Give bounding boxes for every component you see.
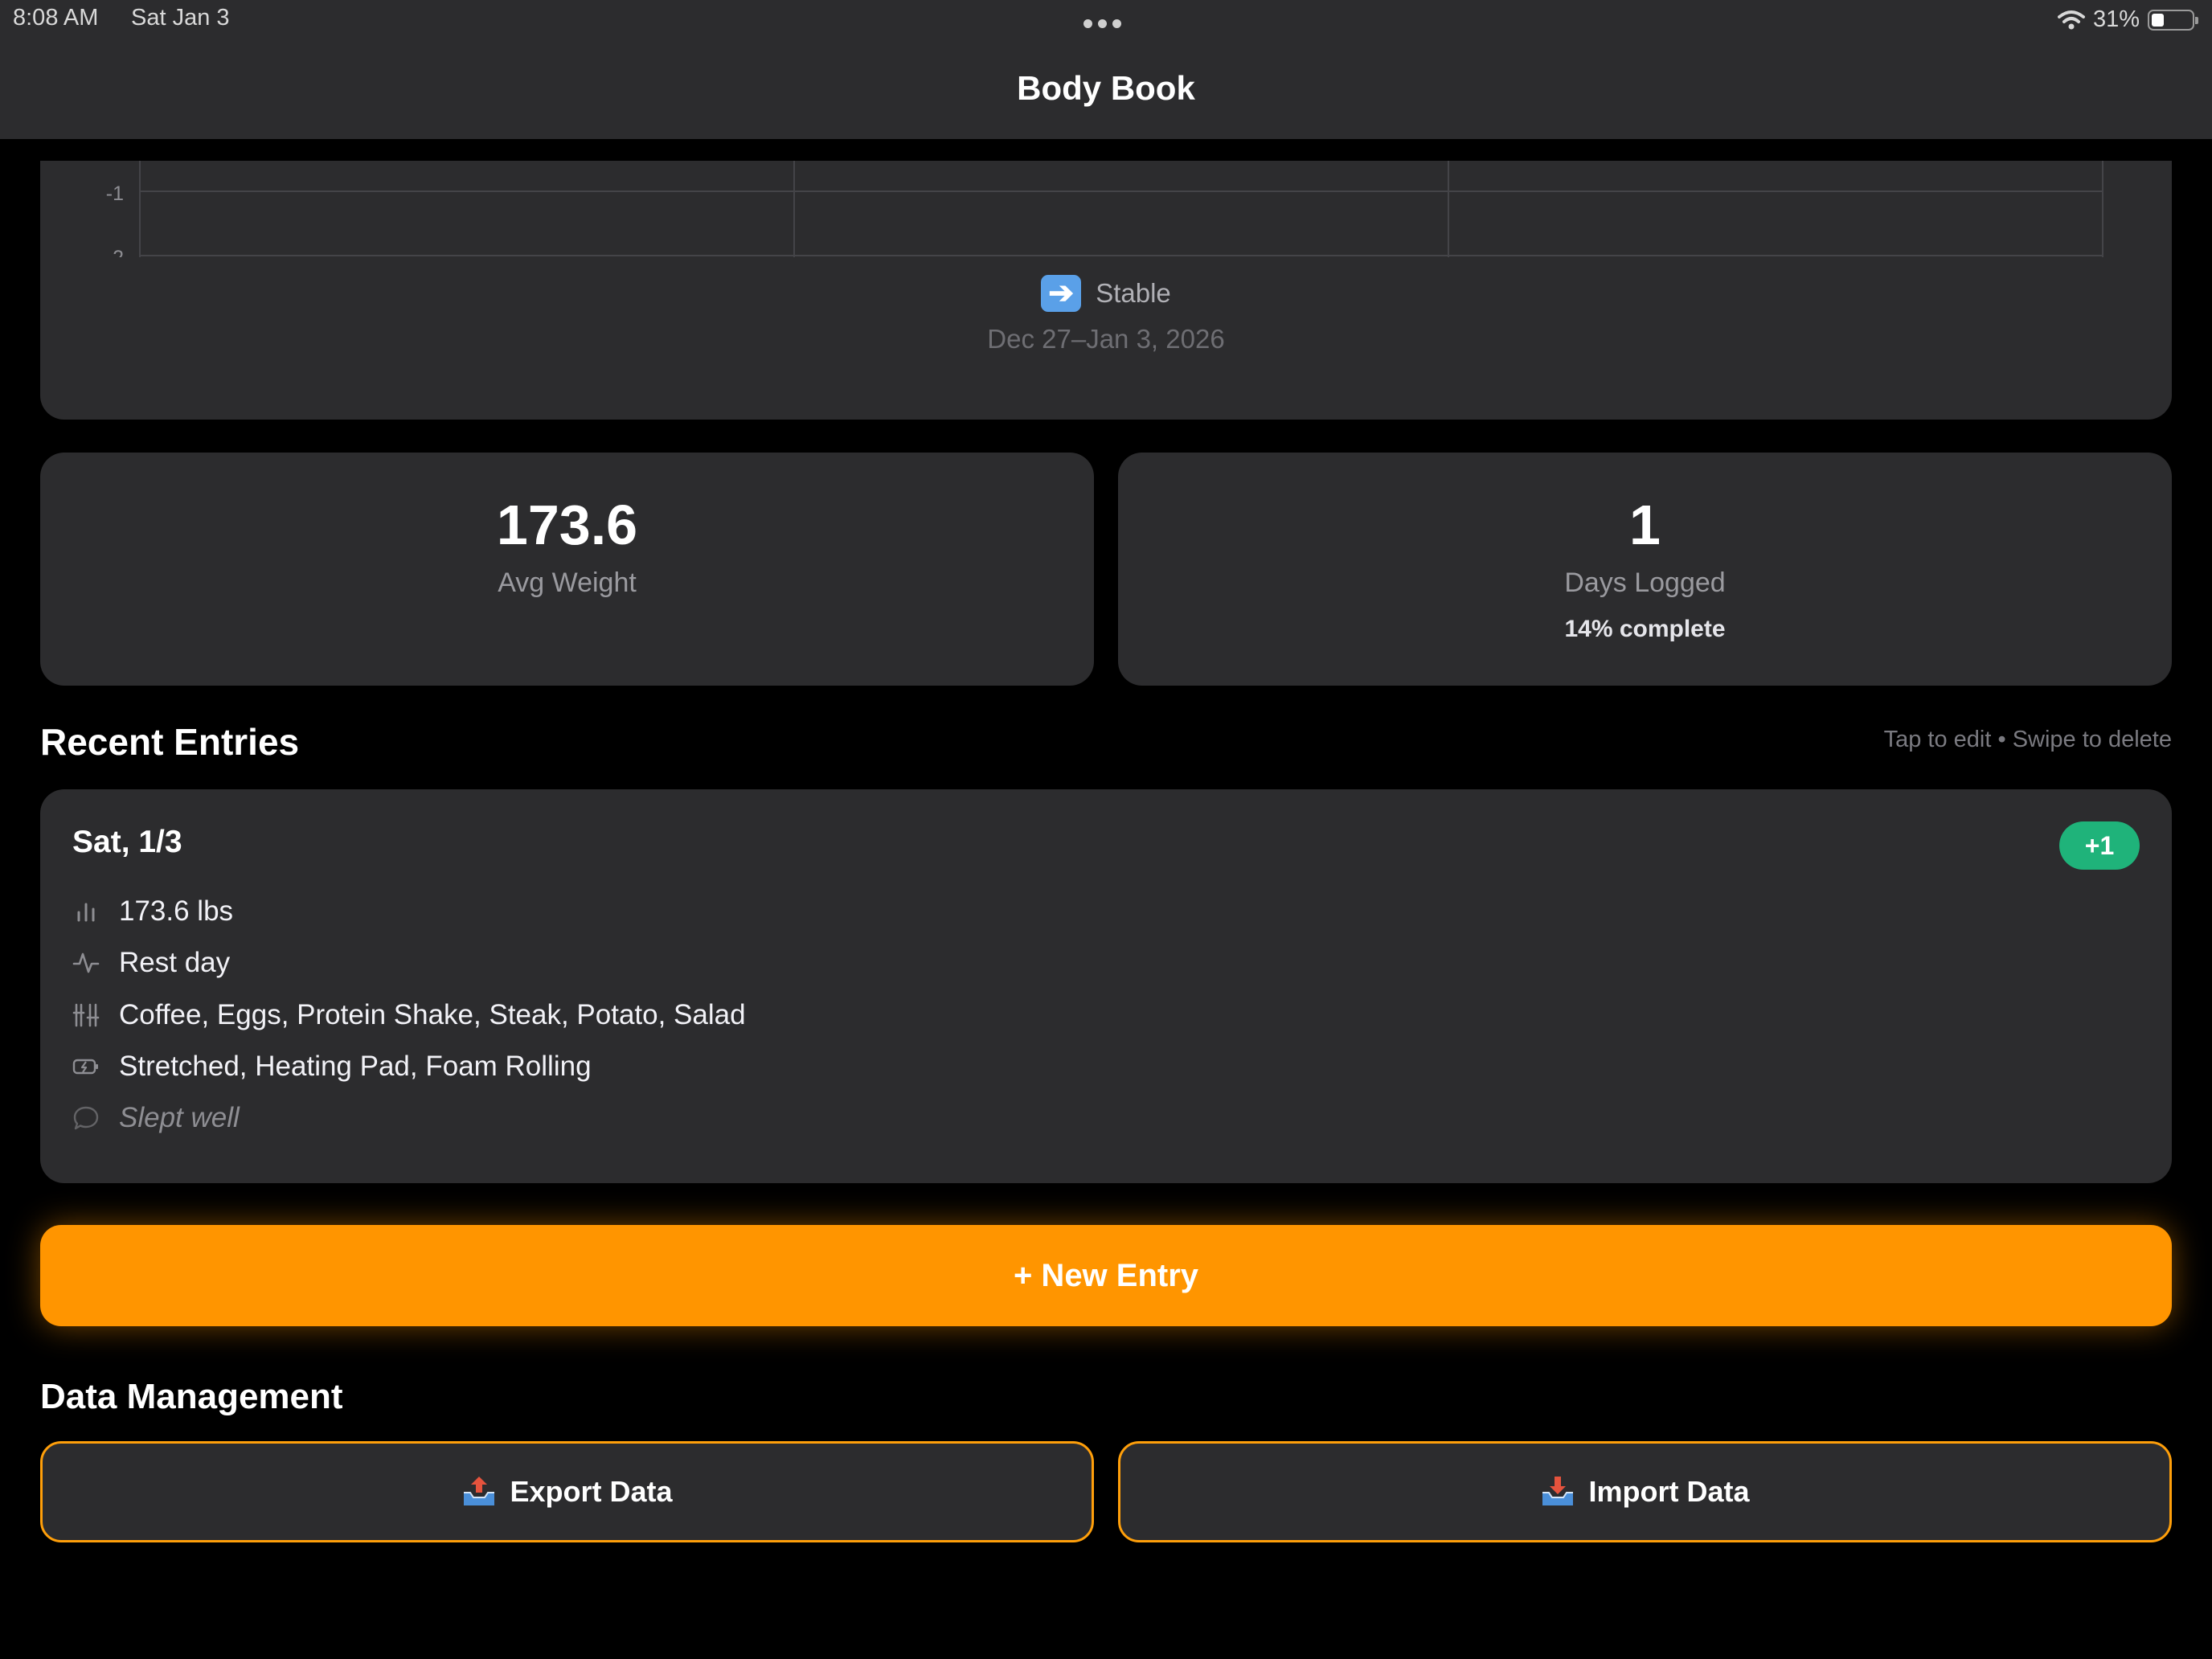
new-entry-button[interactable]: + New Entry bbox=[40, 1225, 2172, 1326]
status-time: 8:08 AM bbox=[13, 5, 99, 31]
navigation-bar: Body Book bbox=[0, 40, 2212, 139]
entry-food: Coffee, Eggs, Protein Shake, Steak, Pota… bbox=[119, 999, 746, 1030]
trend-indicator: ➔ Stable bbox=[40, 275, 2172, 312]
right-arrow-icon: ➔ bbox=[1041, 275, 1082, 312]
battery-percent: 31% bbox=[2092, 6, 2140, 32]
entry-note-row: Slept well bbox=[72, 1102, 240, 1134]
entry-food-row: Coffee, Eggs, Protein Shake, Steak, Pota… bbox=[72, 999, 746, 1031]
wifi-icon bbox=[2057, 10, 2085, 29]
entry-activity: Rest day bbox=[119, 947, 231, 978]
inbox-tray-icon bbox=[1542, 1477, 1574, 1505]
weight-trend-chart-card[interactable]: -1 -2 ➔ Stable Dec 27–Jan 3, 2026 bbox=[40, 161, 2172, 420]
days-logged-card: 1 Days Logged 14% complete bbox=[1118, 453, 2172, 686]
entry-change-badge: +1 bbox=[2059, 821, 2140, 870]
export-data-button[interactable]: Export Data bbox=[40, 1441, 1094, 1542]
chart-date-range: Dec 27–Jan 3, 2026 bbox=[987, 324, 1225, 354]
battery-icon bbox=[2148, 9, 2198, 31]
trend-chart: -1 -2 bbox=[106, 161, 2103, 257]
status-bar: 8:08 AM Sat Jan 3 31% bbox=[0, 0, 2212, 40]
status-date: Sat Jan 3 bbox=[131, 5, 230, 31]
entry-weight-row: 173.6 lbs bbox=[72, 895, 233, 928]
y-tick-label: -1 bbox=[106, 182, 124, 205]
completion-percent: 14% complete bbox=[1564, 616, 1726, 642]
entry-recovery: Stretched, Heating Pad, Foam Rolling bbox=[119, 1051, 592, 1082]
battery-level bbox=[2152, 13, 2164, 27]
days-logged-value: 1 bbox=[1629, 494, 1661, 556]
page-title: Body Book bbox=[1017, 69, 1195, 107]
status-indicators: 31% bbox=[2057, 6, 2198, 33]
entry-weight: 173.6 lbs bbox=[119, 895, 234, 927]
trend-label: Stable bbox=[1096, 278, 1171, 308]
activity-pulse-icon bbox=[72, 952, 100, 973]
y-tick-label: -2 bbox=[106, 247, 124, 257]
entry-card[interactable]: Sat, 1/3 +1 173.6 lbs Rest day Coffee, E… bbox=[40, 789, 2172, 1183]
days-logged-label: Days Logged bbox=[1564, 567, 1726, 598]
outbox-tray-icon bbox=[464, 1477, 495, 1505]
bar-chart-icon bbox=[77, 903, 95, 922]
import-data-label: Import Data bbox=[1588, 1475, 1750, 1508]
entry-date: Sat, 1/3 bbox=[72, 825, 182, 859]
multitasking-dots-icon[interactable] bbox=[1083, 19, 1121, 28]
entry-activity-row: Rest day bbox=[72, 947, 230, 979]
speech-bubble-icon bbox=[73, 1106, 99, 1130]
data-management-heading: Data Management bbox=[40, 1377, 343, 1416]
avg-weight-value: 173.6 bbox=[496, 494, 638, 556]
avg-weight-label: Avg Weight bbox=[498, 567, 637, 598]
import-data-button[interactable]: Import Data bbox=[1118, 1441, 2172, 1542]
export-data-label: Export Data bbox=[510, 1475, 673, 1508]
battery-charging-icon bbox=[72, 1059, 98, 1075]
fork-knife-icon bbox=[72, 1003, 100, 1027]
entry-note: Slept well bbox=[119, 1102, 240, 1133]
entries-hint: Tap to edit • Swipe to delete bbox=[1883, 727, 2172, 752]
entry-recovery-row: Stretched, Heating Pad, Foam Rolling bbox=[72, 1051, 592, 1083]
avg-weight-card: 173.6 Avg Weight bbox=[40, 453, 1094, 686]
recent-entries-heading: Recent Entries bbox=[40, 721, 300, 763]
